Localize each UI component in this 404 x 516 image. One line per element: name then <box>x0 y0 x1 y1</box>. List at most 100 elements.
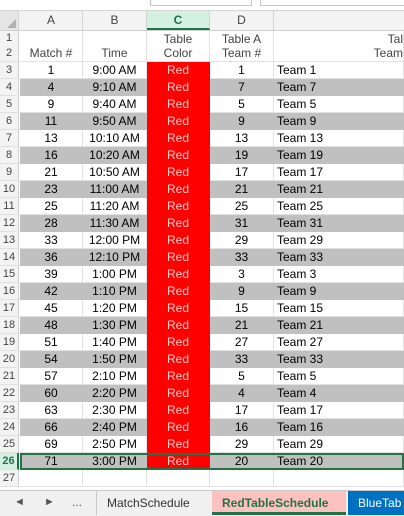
cell-team-number[interactable]: 3 <box>210 266 274 283</box>
cell-match-number[interactable]: 60 <box>20 385 83 402</box>
row-header[interactable]: 15 <box>0 266 19 283</box>
row-header[interactable]: 21 <box>0 368 19 385</box>
row-header[interactable]: 27 <box>0 470 19 487</box>
cell-table-color[interactable]: Red <box>147 300 210 317</box>
cell-team-number[interactable]: 9 <box>210 113 274 130</box>
cell-team-number[interactable]: 33 <box>210 351 274 368</box>
cell-match-number[interactable]: 11 <box>20 113 83 130</box>
cell-table-color[interactable]: Red <box>147 198 210 215</box>
row-header[interactable]: 10 <box>0 181 19 198</box>
cell-table-color[interactable]: Red <box>147 317 210 334</box>
cell-table-color[interactable]: Red <box>147 96 210 113</box>
cell-match-number[interactable]: 51 <box>20 334 83 351</box>
cell-team-number[interactable]: 7 <box>210 79 274 96</box>
cell-match-number[interactable]: 4 <box>20 79 83 96</box>
row-header[interactable]: 9 <box>0 164 19 181</box>
cell-time[interactable]: 2:10 PM <box>83 368 147 385</box>
more-sheets-button[interactable]: ... <box>72 495 82 509</box>
next-sheet-icon[interactable]: ► <box>44 496 55 508</box>
cell-time[interactable]: 9:10 AM <box>83 79 147 96</box>
row-header[interactable]: 23 <box>0 402 19 419</box>
cell-time[interactable]: 3:00 PM <box>83 453 147 470</box>
cell-match-number[interactable]: 48 <box>20 317 83 334</box>
cell-team-number[interactable]: 25 <box>210 198 274 215</box>
select-all-button[interactable] <box>0 11 19 30</box>
row-header[interactable]: 12 <box>0 215 19 232</box>
cell-match-number[interactable]: 54 <box>20 351 83 368</box>
row-header[interactable]: 13 <box>0 232 19 249</box>
cell-time[interactable]: 1:50 PM <box>83 351 147 368</box>
cell-team-number[interactable]: 13 <box>210 130 274 147</box>
row-header[interactable]: 16 <box>0 283 19 300</box>
cell-time[interactable]: 9:40 AM <box>83 96 147 113</box>
cell-team-name[interactable]: Team 20 <box>274 453 404 470</box>
cell-time[interactable]: 2:50 PM <box>83 436 147 453</box>
cell-time[interactable]: 12:00 PM <box>83 232 147 249</box>
cell-match-number[interactable]: 25 <box>20 198 83 215</box>
cell-match-number[interactable]: 23 <box>20 181 83 198</box>
cell-table-color[interactable]: Red <box>147 62 210 79</box>
column-header-b[interactable]: B <box>83 11 147 30</box>
row-header[interactable]: 26 <box>0 453 19 470</box>
prev-sheet-icon[interactable]: ◄ <box>14 496 25 508</box>
row-header[interactable]: 25 <box>0 436 19 453</box>
cell-team-name[interactable]: Team 31 <box>274 215 404 232</box>
cell-team-number[interactable]: 5 <box>210 96 274 113</box>
cell-match-number[interactable]: 13 <box>20 130 83 147</box>
cell-table-color[interactable]: Red <box>147 147 210 164</box>
row-header[interactable]: 22 <box>0 385 19 402</box>
cell-team-name[interactable]: Team 4 <box>274 385 404 402</box>
cell-match-number[interactable]: 16 <box>20 147 83 164</box>
cell-table-color[interactable]: Red <box>147 351 210 368</box>
cell-match-number[interactable]: 36 <box>20 249 83 266</box>
cell-time[interactable]: 1:30 PM <box>83 317 147 334</box>
cell-team-name[interactable]: Team 19 <box>274 147 404 164</box>
tab-red-table-schedule[interactable]: RedTableSchedule <box>212 491 346 515</box>
cell-team-name[interactable]: Team 25 <box>274 198 404 215</box>
cell-time[interactable]: 11:00 AM <box>83 181 147 198</box>
header-cell-time[interactable]: Time <box>83 31 147 62</box>
cell-team-name[interactable]: Team 33 <box>274 351 404 368</box>
cell-table-color[interactable]: Red <box>147 419 210 436</box>
cell-match-number[interactable]: 45 <box>20 300 83 317</box>
cell-time[interactable]: 10:10 AM <box>83 130 147 147</box>
cell-team-name[interactable]: Team 9 <box>274 283 404 300</box>
cell-time[interactable]: 11:20 AM <box>83 198 147 215</box>
cell-match-number[interactable]: 1 <box>20 62 83 79</box>
cell-empty[interactable] <box>20 470 83 487</box>
cell-team-name[interactable]: Team 9 <box>274 113 404 130</box>
cell-match-number[interactable]: 28 <box>20 215 83 232</box>
cell-team-name[interactable]: Team 29 <box>274 436 404 453</box>
cell-team-number[interactable]: 31 <box>210 215 274 232</box>
cell-team-name[interactable]: Team 5 <box>274 368 404 385</box>
tab-match-schedule[interactable]: MatchSchedule <box>96 491 208 515</box>
cell-table-color[interactable]: Red <box>147 368 210 385</box>
cell-team-number[interactable]: 5 <box>210 368 274 385</box>
cell-table-color[interactable]: Red <box>147 402 210 419</box>
cell-team-name[interactable]: Team 7 <box>274 79 404 96</box>
header-cell-color[interactable]: Table Color <box>147 31 210 62</box>
cell-empty[interactable] <box>83 470 147 487</box>
cell-team-name[interactable]: Team 17 <box>274 164 404 181</box>
cell-time[interactable]: 1:10 PM <box>83 283 147 300</box>
name-box[interactable] <box>150 0 252 6</box>
cell-time[interactable]: 2:30 PM <box>83 402 147 419</box>
cell-match-number[interactable]: 21 <box>20 164 83 181</box>
header-cell-team[interactable]: Tal Team <box>274 31 404 62</box>
cell-match-number[interactable]: 42 <box>20 283 83 300</box>
cell-team-name[interactable]: Team 15 <box>274 300 404 317</box>
cell-team-number[interactable]: 21 <box>210 181 274 198</box>
cell-time[interactable]: 10:50 AM <box>83 164 147 181</box>
cell-table-color[interactable]: Red <box>147 334 210 351</box>
cell-time[interactable]: 1:20 PM <box>83 300 147 317</box>
column-header-c[interactable]: C <box>147 11 210 30</box>
cell-team-name[interactable]: Team 33 <box>274 249 404 266</box>
row-header[interactable]: 24 <box>0 419 19 436</box>
header-cell-match[interactable]: Match # <box>20 31 83 62</box>
cell-team-name[interactable]: Team 1 <box>274 62 404 79</box>
column-header-a[interactable]: A <box>20 11 83 30</box>
cell-time[interactable]: 9:00 AM <box>83 62 147 79</box>
cell-team-name[interactable]: Team 5 <box>274 96 404 113</box>
cell-table-color[interactable]: Red <box>147 453 210 470</box>
cell-empty[interactable] <box>210 470 274 487</box>
